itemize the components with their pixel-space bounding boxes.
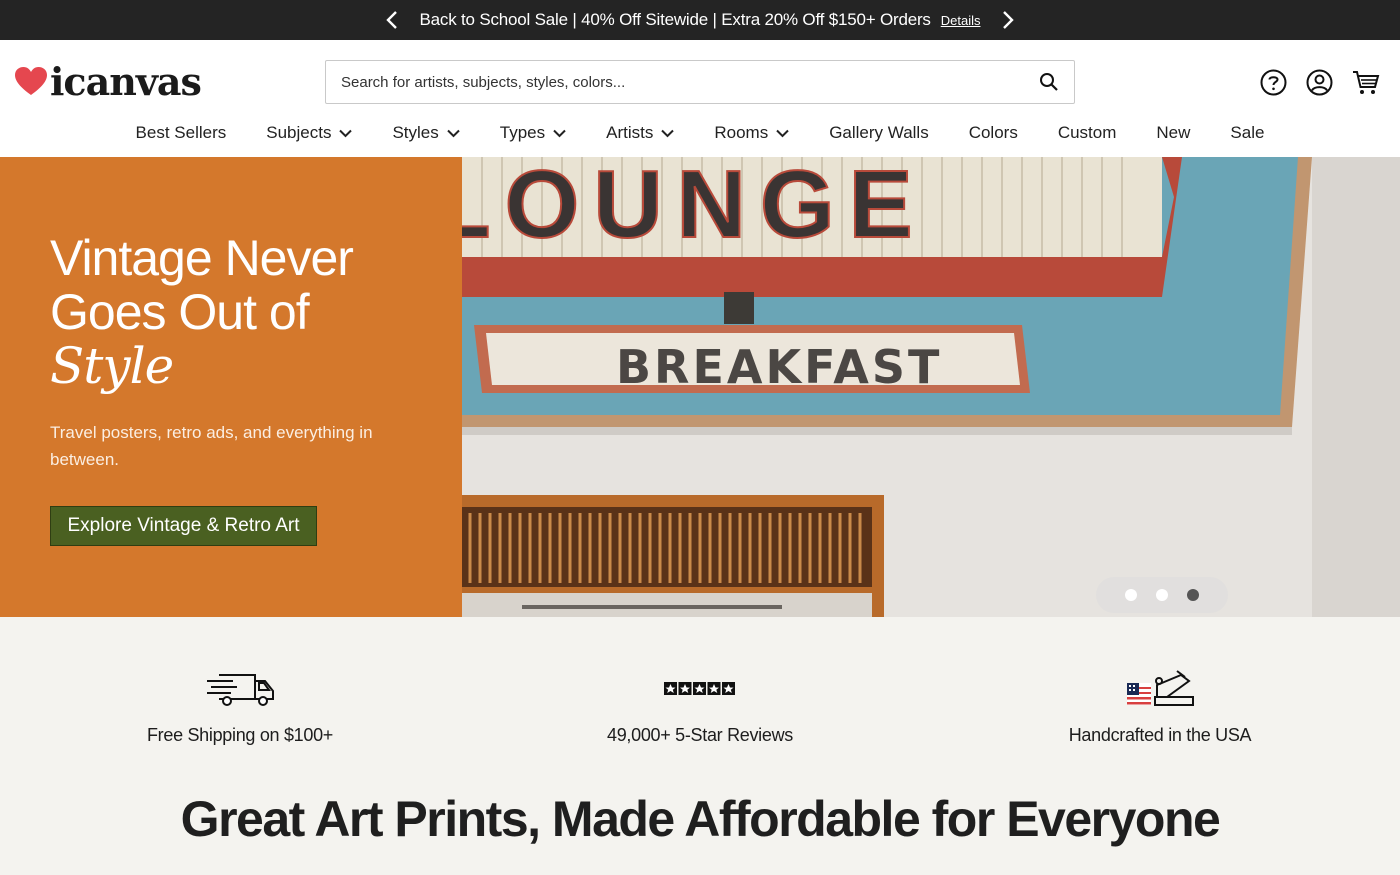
sign-lounge-text: LOUNGE <box>462 157 927 258</box>
nav-item-label: Custom <box>1057 123 1117 142</box>
nav-item-label: New <box>1156 123 1191 142</box>
nav-item-gallery-walls[interactable]: Gallery Walls <box>829 120 929 146</box>
section-headline: Great Art Prints, Made Affordable for Ev… <box>180 791 1221 847</box>
help-icon <box>1260 69 1287 96</box>
nav-item-rooms[interactable]: Rooms <box>714 120 789 146</box>
account-icon <box>1306 69 1333 96</box>
carousel-dot-2[interactable] <box>1156 589 1168 601</box>
chevron-down-icon <box>776 129 789 137</box>
chevron-down-icon <box>339 129 353 137</box>
chevron-down-icon <box>553 129 566 137</box>
feature-reviews: 49,000+ 5-Star Reviews <box>550 667 850 746</box>
feature-free-shipping: Free Shipping on $100+ <box>90 667 390 746</box>
nav-item-label: Subjects <box>266 123 332 142</box>
nav-item-label: Colors <box>968 123 1018 142</box>
sign-breakfast-text: BREAKFAST <box>616 340 942 394</box>
feature-label: Free Shipping on $100+ <box>146 725 334 745</box>
heart-logo-icon <box>15 67 47 95</box>
account-button[interactable] <box>1305 68 1334 97</box>
nav-item-label: Sale <box>1230 123 1265 142</box>
nav-item-new[interactable]: New <box>1156 120 1190 146</box>
hero-banner: Vintage Never Goes Out of Style Travel p… <box>0 157 1400 617</box>
carousel-dot-1[interactable] <box>1125 589 1137 601</box>
promo-details-link[interactable]: Details <box>941 13 981 28</box>
nav-item-subjects[interactable]: Subjects <box>266 120 353 146</box>
chevron-left-icon <box>385 11 397 29</box>
feature-handcrafted: Handcrafted in the USA <box>1010 667 1310 746</box>
main-nav: Best Sellers Subjects Styles Types Artists Ro… <box>0 120 1400 146</box>
nav-item-label: Types <box>499 123 546 142</box>
feature-label: Handcrafted in the USA <box>1068 725 1252 745</box>
header-actions <box>1259 68 1380 97</box>
nav-item-best-sellers[interactable]: Best Sellers <box>136 120 227 146</box>
nav-item-sale[interactable]: Sale <box>1230 120 1264 146</box>
hero-image[interactable]: LOUNGE BREAKFAST <box>462 157 1400 617</box>
help-button[interactable] <box>1259 68 1288 97</box>
promo-next-button[interactable] <box>994 6 1022 34</box>
search-bar <box>325 60 1075 104</box>
nav-item-label: Gallery Walls <box>829 123 929 142</box>
carousel-dot-3[interactable] <box>1187 589 1199 601</box>
search-input[interactable] <box>326 73 1024 91</box>
promo-prev-button[interactable] <box>378 6 406 34</box>
nav-item-label: Artists <box>606 123 654 142</box>
nav-item-custom[interactable]: Custom <box>1058 120 1117 146</box>
nav-item-label: Rooms <box>714 123 769 142</box>
chevron-right-icon <box>1003 11 1015 29</box>
hero-subtitle: Travel posters, retro ads, and everythin… <box>50 423 373 469</box>
promo-message: Back to School Sale | 40% Off Sitewide |… <box>419 10 931 29</box>
nav-item-styles[interactable]: Styles <box>392 120 460 146</box>
site-header: icanvas Best Sellers Subjects Styles Types A… <box>0 40 1400 157</box>
hero-text-panel: Vintage Never Goes Out of Style Travel p… <box>0 157 462 617</box>
nav-item-colors[interactable]: Colors <box>969 120 1018 146</box>
cart-button[interactable] <box>1351 68 1380 97</box>
nav-item-types[interactable]: Types <box>500 120 566 146</box>
nav-item-label: Best Sellers <box>135 123 227 142</box>
carousel-dots <box>1096 577 1228 613</box>
site-logo[interactable]: icanvas <box>14 58 202 104</box>
search-icon <box>1040 73 1058 91</box>
search-button[interactable] <box>1024 61 1074 103</box>
usa-flag-stapler-icon <box>1127 670 1194 706</box>
logo-wordmark: icanvas <box>50 58 202 104</box>
cart-icon <box>1352 70 1379 94</box>
hero-title: Vintage Never Goes Out of Style <box>50 230 354 395</box>
vintage-sign-artwork: LOUNGE BREAKFAST <box>462 157 1400 617</box>
nav-item-label: Styles <box>392 123 439 142</box>
explore-vintage-button[interactable]: Explore Vintage & Retro Art <box>50 506 317 546</box>
feature-strip: Free Shipping on $100+ 49,000+ 5-Star Re… <box>0 617 1400 777</box>
five-stars-icon <box>664 682 735 695</box>
chevron-down-icon <box>447 129 460 137</box>
chevron-down-icon <box>661 129 675 137</box>
feature-label: 49,000+ 5-Star Reviews <box>606 725 793 745</box>
nav-item-artists[interactable]: Artists <box>606 120 675 146</box>
delivery-truck-icon <box>207 674 274 706</box>
promo-bar: Back to School Sale | 40% Off Sitewide |… <box>0 0 1400 40</box>
